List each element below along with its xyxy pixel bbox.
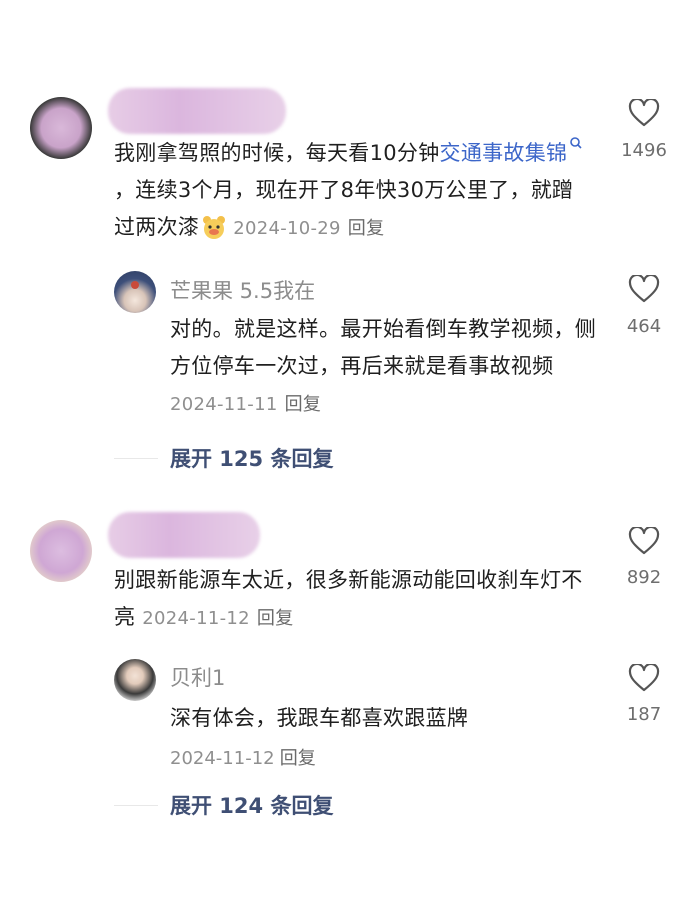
expand-divider: [114, 458, 158, 459]
reply-date: 2024-11-11: [170, 394, 278, 415]
comment-text: 别跟新能源车太近，很多新能源动能回收刹车灯不亮 2024-11-12 回复: [114, 568, 583, 629]
reply-button[interactable]: 回复: [280, 748, 316, 769]
comment-text: 我刚拿驾照的时候，每天看10分钟交通事故集锦，连续3个月，现在开了8年快30万公…: [114, 135, 594, 247]
bear-face-emoji-icon: [203, 216, 226, 239]
like-heart-icon[interactable]: [628, 99, 660, 127]
like-heart-icon[interactable]: [628, 527, 660, 555]
reply-avatar[interactable]: [114, 659, 156, 701]
like-heart-icon[interactable]: [628, 664, 660, 692]
expand-replies-button[interactable]: 展开 124 条回复: [170, 790, 333, 820]
commenter-avatar[interactable]: [30, 97, 92, 159]
like-count: 892: [626, 567, 662, 588]
reply-date: 2024-11-12: [170, 748, 275, 769]
like-count: 1496: [621, 140, 667, 161]
reply-avatar[interactable]: [114, 271, 156, 313]
redacted-username: [108, 512, 260, 558]
reply-text: 深有体会，我跟车都喜欢跟蓝牌: [170, 706, 469, 730]
reply-button[interactable]: 回复: [257, 608, 294, 629]
expand-divider: [114, 805, 158, 806]
search-link[interactable]: 交通事故集锦: [440, 137, 584, 165]
expand-replies-button[interactable]: 展开 125 条回复: [170, 443, 333, 473]
like-count: 464: [626, 316, 662, 337]
reply-meta: 2024-11-12 回复: [170, 744, 316, 770]
reply-text: 对的。就是这样。最开始看倒车教学视频，侧方位停车一次过，再后来就是看事故视频 2…: [170, 317, 596, 415]
reply-author[interactable]: 芒果果 5.5我在: [170, 275, 315, 305]
reply-button[interactable]: 回复: [285, 394, 322, 415]
reply-author[interactable]: 贝利1: [170, 662, 225, 692]
like-heart-icon[interactable]: [628, 275, 660, 303]
redacted-username: [108, 88, 286, 134]
commenter-avatar[interactable]: [30, 520, 92, 582]
search-icon: [570, 137, 582, 149]
comment-date: 2024-10-29: [233, 218, 341, 239]
comment-date: 2024-11-12: [142, 608, 250, 629]
like-count: 187: [626, 704, 662, 725]
reply-button[interactable]: 回复: [348, 218, 385, 239]
